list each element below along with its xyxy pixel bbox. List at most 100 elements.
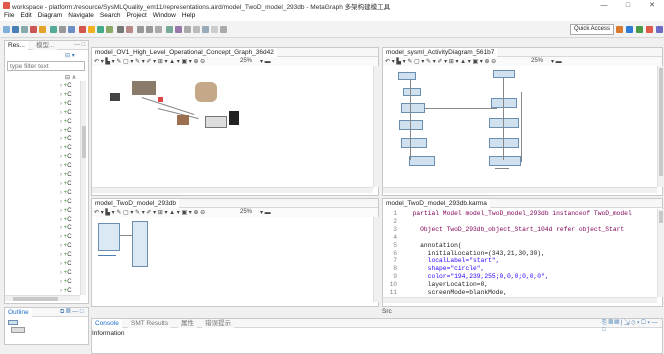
tree-item[interactable]: › +C [60, 234, 72, 240]
activity-zoom-level[interactable]: 25% [531, 58, 543, 64]
ov1-node-site[interactable] [177, 115, 189, 125]
tree-item[interactable]: › +C [60, 181, 72, 187]
tree-item[interactable]: › +C [60, 110, 72, 116]
arrow-icon[interactable] [211, 26, 218, 33]
outline-icon[interactable] [68, 26, 75, 33]
activity-node[interactable] [489, 118, 519, 128]
new-icon[interactable] [3, 26, 10, 33]
tree-hscrollbar[interactable] [5, 295, 80, 301]
menu-file[interactable]: File [0, 11, 16, 19]
menu-project[interactable]: Project [123, 11, 149, 19]
minimize-button[interactable]: — [592, 0, 616, 11]
tree-item[interactable]: › +C [60, 190, 72, 196]
activity-node[interactable] [489, 138, 519, 148]
activity-node[interactable] [489, 156, 521, 166]
console-toolbar-icons[interactable]: ⎘ ▤ ▥ | ⇲ ⊙ ▾ ▢ ▾ — □ [602, 320, 662, 333]
tab-activity-diagram[interactable]: model_sysml_ActivityDiagram_561b7 [383, 48, 498, 57]
ov1-node-tank[interactable] [132, 81, 156, 95]
tree-item[interactable]: › +C [60, 252, 72, 258]
save-icon[interactable] [12, 26, 19, 33]
tree-item[interactable]: › +C [60, 208, 72, 214]
tab-errors[interactable]: 错误提示 [202, 319, 234, 328]
run-icon[interactable] [50, 26, 57, 33]
activity-node[interactable] [403, 88, 421, 96]
tree-item[interactable]: › +C [60, 163, 72, 169]
activity-node[interactable] [493, 70, 515, 78]
tab-twod-diagram[interactable]: model_TwoD_model_293db [92, 199, 179, 208]
outline-toolbar-icon[interactable]: ⧉ ▤ — □ [60, 309, 83, 316]
stop-icon[interactable] [30, 26, 37, 33]
nav-icon[interactable] [184, 26, 191, 33]
pin-icon[interactable] [106, 26, 113, 33]
minimize-view-icon[interactable]: — □ [74, 42, 85, 48]
sync-icon[interactable] [175, 26, 182, 33]
tab-ov1-diagram[interactable]: model_OV1_High_Level_Operational_Concept… [92, 48, 277, 57]
tab-smt-results[interactable]: SMT Results [128, 319, 172, 328]
check-icon[interactable] [97, 26, 104, 33]
activity-palette-icon[interactable]: ↶ ▾ ▙ ▾ ✎ ▢ ▾ ✎ ▾ ✐ ▾ ⊞ ▾ ▲ ▾ ▣ ▾ ⊕ ⊖ [385, 58, 496, 65]
tree-item[interactable]: › +C [60, 136, 72, 142]
tree-item[interactable]: › +C [60, 199, 72, 205]
menu-window[interactable]: Window [149, 11, 178, 19]
tree-item[interactable]: › +C [60, 279, 72, 285]
menu-edit[interactable]: Edit [16, 11, 33, 19]
overflow-icon[interactable] [220, 26, 227, 33]
menu-diagram[interactable]: Diagram [34, 11, 65, 19]
tree-item[interactable]: › +C [60, 288, 72, 294]
menu-navigate[interactable]: Navigate [64, 11, 96, 19]
record-icon[interactable] [79, 26, 86, 33]
activity-node[interactable] [399, 120, 423, 130]
twod-node[interactable] [132, 221, 148, 267]
tree-item[interactable]: › +C [60, 243, 72, 249]
ov1-node-vehicle[interactable] [110, 93, 120, 101]
debug-icon[interactable] [59, 26, 66, 33]
tab-resources[interactable]: Res... [5, 41, 28, 50]
maximize-button[interactable]: □ [616, 0, 640, 11]
back-icon[interactable] [137, 26, 144, 33]
tree-item[interactable]: › +C [60, 261, 72, 267]
warning-icon[interactable] [88, 26, 95, 33]
code-area[interactable]: 1 partial Model model_TwoD_model_293db i… [383, 209, 651, 297]
tree-scrollbar[interactable] [80, 81, 86, 295]
activity-node[interactable] [491, 98, 517, 108]
tree-item[interactable]: › +C [60, 225, 72, 231]
tree-item[interactable]: › +C [60, 172, 72, 178]
menu-help[interactable]: Help [178, 11, 197, 19]
tab-model[interactable]: 模型... [33, 41, 58, 50]
forward-icon[interactable] [146, 26, 153, 33]
activity-zoom-dropdown[interactable]: ▾ ▬ [551, 58, 562, 65]
twod-zoom-level[interactable]: 25% [240, 209, 252, 215]
tab-src[interactable]: Src [382, 308, 412, 316]
build-icon[interactable] [39, 26, 46, 33]
tree-item[interactable]: › +C [60, 270, 72, 276]
view-menu-icon[interactable]: ⊟ ▾ [65, 52, 75, 59]
menu-search[interactable]: Search [96, 11, 123, 19]
tab-karma-file[interactable]: model_TwoD_model_293db.karma [383, 199, 490, 208]
resource-perspective-icon[interactable] [616, 26, 623, 33]
tab-console[interactable]: Console [92, 319, 122, 328]
modeling-perspective-icon[interactable] [626, 26, 633, 33]
external-icon[interactable] [202, 26, 209, 33]
tree-item[interactable]: › +C [60, 83, 72, 89]
search-icon[interactable] [117, 26, 124, 33]
twod-node[interactable] [98, 223, 120, 251]
filter-input[interactable] [7, 61, 85, 71]
tab-outline[interactable]: Outline [5, 308, 32, 317]
more-icon[interactable] [193, 26, 200, 33]
tree-item[interactable]: › +C [60, 145, 72, 151]
tree-collapse-icon[interactable]: ⊟ ∧ [65, 74, 76, 81]
save-all-icon[interactable] [21, 26, 28, 33]
ov1-node-commander[interactable] [195, 82, 217, 102]
activity-node[interactable] [401, 103, 425, 113]
tree-item[interactable]: › +C [60, 154, 72, 160]
ov1-zoom-dropdown[interactable]: ▾ ▬ [260, 58, 271, 65]
activity-node[interactable] [409, 156, 435, 166]
close-button[interactable]: ✕ [640, 0, 664, 11]
ov1-node-soldier[interactable] [229, 111, 239, 125]
ov1-zoom-level[interactable]: 25% [240, 58, 252, 64]
debug-perspective-icon[interactable] [646, 26, 653, 33]
team-perspective-icon[interactable] [656, 26, 663, 33]
activity-node[interactable] [398, 72, 416, 80]
java-perspective-icon[interactable] [636, 26, 643, 33]
palette-icon[interactable]: ↶ ▾ ▙ ▾ ✎ ▢ ▾ ✎ ▾ ✐ ▾ ⊞ ▾ ▲ ▾ ▣ ▾ ⊕ ⊖ [94, 58, 205, 65]
